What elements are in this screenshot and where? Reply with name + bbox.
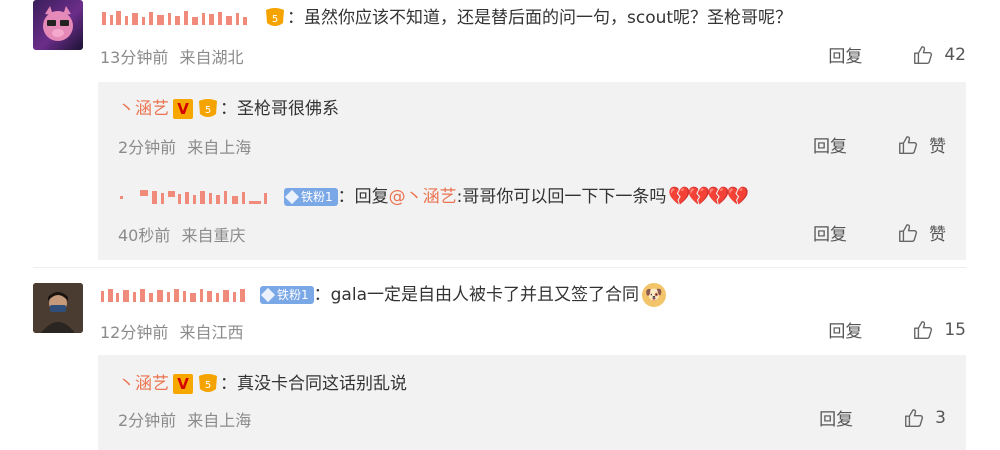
like-button[interactable]: 42 [912,44,966,66]
comment-meta: 13分钟前 来自湖北 [100,44,249,68]
reply-time: 2分钟前 [118,411,177,430]
reply-text: ：真没卡合同这话别乱说 [220,374,407,394]
like-button[interactable]: 赞 [897,132,946,157]
reply-username[interactable]: 丶涵艺 [118,372,169,396]
divider [33,267,966,268]
broken-heart-emojis: 💔💔💔💔 [668,186,749,207]
fan-badge-label: 铁粉1 [301,190,333,204]
mention-link[interactable]: @丶涵艺 [389,185,457,209]
v-badge-icon: V [173,374,193,394]
svg-text:5: 5 [205,105,211,116]
comment-text: ：gala一定是自由人被卡了并且又签了合同 [313,285,639,305]
reply-actions: 回复 赞 [813,220,946,245]
like-button[interactable]: 3 [903,407,946,429]
reply-button[interactable]: 回复 [813,132,847,157]
avatar[interactable] [33,283,83,333]
doge-emoji: 🐶 [642,283,666,307]
reply-button[interactable]: 回复 [819,405,853,430]
fan-badge: 铁粉1 [260,286,314,304]
reply-body: 丶涵艺 V 5 ：真没卡合同这话别乱说 [118,372,407,396]
reply-actions: 回复 赞 [813,132,946,157]
comment-body: 5 ：虽然你应该不知道，还是替后面的问一句，scout呢？圣枪哥呢？ [100,6,792,30]
comment-actions: 回复 42 [828,42,966,68]
reply-meta: 2分钟前 来自上海 [118,407,257,431]
diamond-icon [284,189,300,205]
like-count: 15 [944,319,966,340]
thumbs-up-icon [914,320,933,339]
reply-username[interactable]: 丶涵艺 [118,97,169,121]
reply-location: 来自上海 [187,138,252,157]
reply-text: ：圣枪哥很佛系 [220,99,339,119]
v-badge-icon: V [173,99,193,119]
level-badge-icon: 5 [196,374,220,394]
reply-meta: 40秒前 来自重庆 [118,222,251,246]
avatar[interactable] [33,0,83,50]
reply-text: :哥哥你可以回一下下一条吗 [456,187,667,207]
reply-time: 40秒前 [118,226,171,245]
reply-button[interactable]: 回复 [828,42,862,67]
thumbs-up-icon [899,223,918,242]
reply-list: 丶涵艺 V 5 ：真没卡合同这话别乱说 2分钟前 来自上海 回复 3 [98,355,966,450]
reply-meta: 2分钟前 来自上海 [118,134,257,158]
like-count: 42 [944,44,966,65]
username-scribble[interactable] [100,8,260,28]
reply-location: 来自上海 [187,411,252,430]
fan-badge: 铁粉1 [284,188,338,206]
diamond-icon [260,287,276,303]
level-badge-icon: 5 [263,8,287,28]
like-count: 赞 [929,137,946,157]
reply-body: 铁粉1 ：回复 @丶涵艺 :哥哥你可以回一下下一条吗 💔💔💔💔 [118,185,749,209]
like-button[interactable]: 赞 [897,220,946,245]
reply-button[interactable]: 回复 [813,220,847,245]
reply-button[interactable]: 回复 [828,317,862,342]
thumbs-up-icon [905,408,924,427]
comment-location: 来自湖北 [179,48,244,67]
comment-body: 铁粉1 ：gala一定是自由人被卡了并且又签了合同 🐶 [100,283,666,307]
comment-location: 来自江西 [179,323,244,342]
thumbs-up-icon [899,135,918,154]
comment-time: 13分钟前 [100,48,169,67]
reply-text-prefix: ：回复 [337,187,389,207]
username-scribble[interactable] [100,285,254,305]
like-button[interactable]: 15 [912,319,966,341]
comment-item: 铁粉1 ：gala一定是自由人被卡了并且又签了合同 🐶 12分钟前 来自江西 回… [0,275,1000,450]
like-count: 3 [935,407,946,428]
reply-body: 丶涵艺 V 5 ：圣枪哥很佛系 [118,97,339,121]
comment-actions: 回复 15 [828,317,966,343]
comment-meta: 12分钟前 来自江西 [100,319,249,343]
like-count: 赞 [929,225,946,245]
reply-location: 来自重庆 [181,226,246,245]
comment-text: ：虽然你应该不知道，还是替后面的问一句，scout呢？圣枪哥呢？ [287,8,793,28]
fan-badge-label: 铁粉1 [277,288,309,302]
username-scribble[interactable] [118,187,278,207]
svg-text:5: 5 [272,14,278,25]
comment-item: 5 ：虽然你应该不知道，还是替后面的问一句，scout呢？圣枪哥呢？ 13分钟前… [0,0,1000,265]
level-badge-icon: 5 [196,99,220,119]
reply-list: 丶涵艺 V 5 ：圣枪哥很佛系 2分钟前 来自上海 回复 赞 铁粉1 ：回复 @… [98,82,966,260]
reply-time: 2分钟前 [118,138,177,157]
thumbs-up-icon [914,45,933,64]
reply-actions: 回复 3 [819,405,946,431]
comment-time: 12分钟前 [100,323,169,342]
svg-text:5: 5 [205,380,211,391]
